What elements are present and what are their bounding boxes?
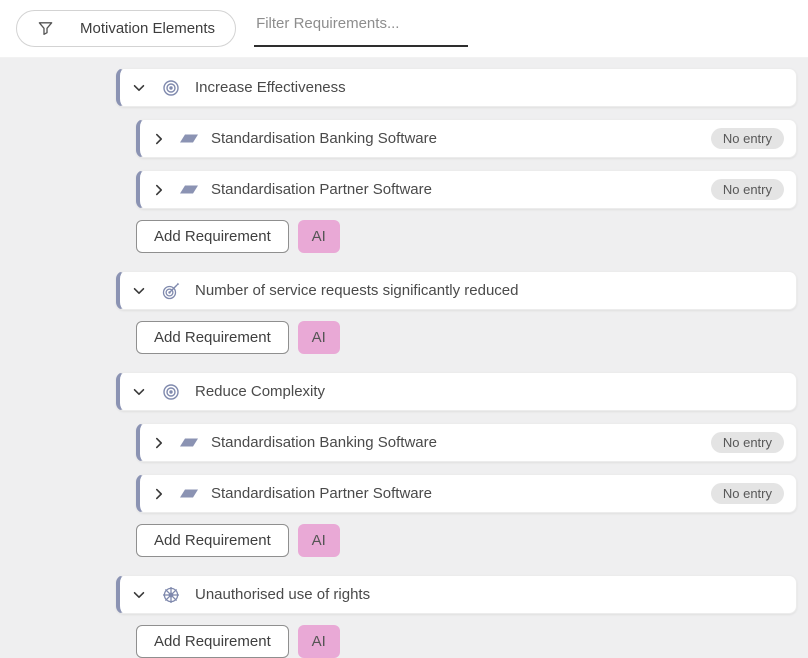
section-title: Number of service requests significantly… <box>195 282 518 299</box>
requirement-icon <box>180 486 198 501</box>
requirement-row[interactable]: Standardisation Partner Software No entr… <box>136 170 797 209</box>
section-header[interactable]: Number of service requests significantly… <box>116 271 797 310</box>
motivation-elements-filter-button[interactable]: Motivation Elements <box>16 10 236 47</box>
chevron-down-icon[interactable] <box>131 587 147 603</box>
funnel-icon <box>37 20 54 37</box>
section-increase-effectiveness: Increase Effectiveness Standardisation B… <box>0 68 808 253</box>
section-unauthorised-use-of-rights: Unauthorised use of rights Add Requireme… <box>0 575 808 658</box>
filter-requirements-input[interactable] <box>254 11 468 47</box>
chevron-down-icon[interactable] <box>131 80 147 96</box>
section-service-requests-reduced: Number of service requests significantly… <box>0 271 808 354</box>
section-reduce-complexity: Reduce Complexity Standardisation Bankin… <box>0 372 808 557</box>
filter-button-label: Motivation Elements <box>80 20 215 37</box>
section-header[interactable]: Reduce Complexity <box>116 372 797 411</box>
section-title: Increase Effectiveness <box>195 79 346 96</box>
chevron-right-icon[interactable] <box>151 182 167 198</box>
goal-icon <box>162 79 180 97</box>
requirement-label: Standardisation Banking Software <box>211 130 437 147</box>
status-badge: No entry <box>711 128 784 149</box>
top-toolbar: Motivation Elements <box>0 0 808 58</box>
requirement-row[interactable]: Standardisation Banking Software No entr… <box>136 423 797 462</box>
ai-button[interactable]: AI <box>298 220 340 253</box>
add-row: Add Requirement AI <box>136 220 808 253</box>
section-header[interactable]: Increase Effectiveness <box>116 68 797 107</box>
add-row: Add Requirement AI <box>136 524 808 557</box>
requirement-row[interactable]: Standardisation Banking Software No entr… <box>136 119 797 158</box>
requirement-icon <box>180 435 198 450</box>
goal-icon <box>162 383 180 401</box>
requirement-label: Standardisation Banking Software <box>211 434 437 451</box>
add-requirement-button[interactable]: Add Requirement <box>136 524 289 557</box>
section-title: Reduce Complexity <box>195 383 325 400</box>
ai-button[interactable]: AI <box>298 524 340 557</box>
driver-icon <box>162 586 180 604</box>
ai-button[interactable]: AI <box>298 321 340 354</box>
status-badge: No entry <box>711 432 784 453</box>
add-requirement-button[interactable]: Add Requirement <box>136 220 289 253</box>
motivation-elements-list: Increase Effectiveness Standardisation B… <box>0 58 808 658</box>
chevron-right-icon[interactable] <box>151 435 167 451</box>
add-requirement-button[interactable]: Add Requirement <box>136 625 289 658</box>
requirement-icon <box>180 131 198 146</box>
chevron-down-icon[interactable] <box>131 384 147 400</box>
outcome-icon <box>162 282 180 300</box>
ai-button[interactable]: AI <box>298 625 340 658</box>
requirement-label: Standardisation Partner Software <box>211 485 432 502</box>
requirement-label: Standardisation Partner Software <box>211 181 432 198</box>
section-header[interactable]: Unauthorised use of rights <box>116 575 797 614</box>
chevron-down-icon[interactable] <box>131 283 147 299</box>
status-badge: No entry <box>711 483 784 504</box>
status-badge: No entry <box>711 179 784 200</box>
add-row: Add Requirement AI <box>136 625 808 658</box>
add-row: Add Requirement AI <box>136 321 808 354</box>
chevron-right-icon[interactable] <box>151 131 167 147</box>
add-requirement-button[interactable]: Add Requirement <box>136 321 289 354</box>
chevron-right-icon[interactable] <box>151 486 167 502</box>
requirement-icon <box>180 182 198 197</box>
requirement-row[interactable]: Standardisation Partner Software No entr… <box>136 474 797 513</box>
filter-input-wrap <box>254 11 468 47</box>
section-title: Unauthorised use of rights <box>195 586 370 603</box>
